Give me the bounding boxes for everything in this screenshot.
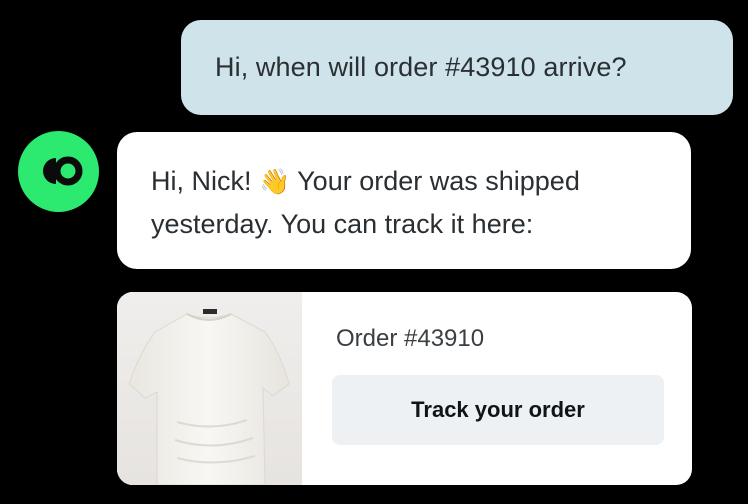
white-dress-photo bbox=[117, 292, 302, 485]
bot-message-line-2: yesterday. You can track it here: bbox=[151, 209, 534, 239]
bot-avatar bbox=[18, 131, 99, 212]
order-number-label: Order #43910 bbox=[336, 325, 485, 352]
bot-shipped-text: Your order was shipped bbox=[290, 166, 580, 196]
product-image bbox=[117, 292, 302, 485]
brand-logo-icon bbox=[43, 156, 83, 186]
user-message-text: Hi, when will order #43910 arrive? bbox=[215, 52, 627, 82]
bot-greeting-text: Hi, Nick! bbox=[151, 166, 259, 196]
order-card: Order #43910 Track your order bbox=[117, 292, 692, 485]
chat-canvas: Hi, when will order #43910 arrive? Hi, N… bbox=[0, 0, 748, 504]
track-order-button[interactable]: Track your order bbox=[332, 375, 664, 445]
waving-hand-emoji: 👋 bbox=[259, 168, 291, 196]
bot-message-bubble: Hi, Nick! 👋 Your order was shipped yeste… bbox=[117, 132, 691, 269]
user-message-bubble: Hi, when will order #43910 arrive? bbox=[181, 20, 733, 115]
bot-message-line-1: Hi, Nick! 👋 Your order was shipped bbox=[151, 160, 657, 203]
